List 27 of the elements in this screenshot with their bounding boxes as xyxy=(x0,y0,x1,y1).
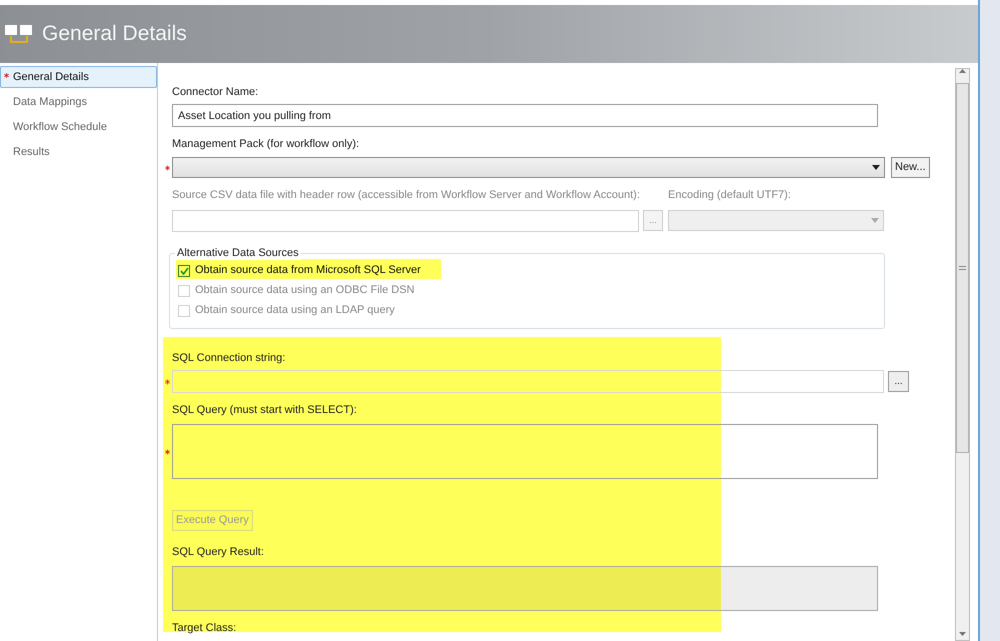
dropdown-arrow-icon xyxy=(871,218,879,223)
nav-item[interactable]: General Details xyxy=(0,66,157,88)
browse-button[interactable]: ... xyxy=(888,371,909,392)
nav-item[interactable]: Workflow Schedule xyxy=(0,116,157,138)
field-label: SQL Query (must start with SELECT): xyxy=(172,403,358,417)
field-label: Management Pack (for workflow only): xyxy=(172,137,360,151)
scroll-thumb[interactable] xyxy=(956,83,969,453)
checkbox-label[interactable]: Obtain source data from Microsoft SQL Server xyxy=(195,262,421,279)
text-field[interactable] xyxy=(172,370,884,393)
nav-item[interactable]: Results xyxy=(0,141,157,163)
field-label: Connector Name: xyxy=(172,85,260,99)
nav-item[interactable]: Data Mappings xyxy=(0,91,157,113)
query-textarea[interactable] xyxy=(172,424,878,479)
page-title: General Details xyxy=(42,21,187,48)
scroll-down-icon[interactable] xyxy=(959,632,966,636)
checkbox[interactable] xyxy=(178,264,190,276)
field-label: Encoding (default UTF7): xyxy=(668,188,792,202)
group-title: Alternative Data Sources xyxy=(175,247,301,260)
field-label: Target Class: xyxy=(172,621,238,635)
text-field[interactable]: Asset Location you pulling from xyxy=(172,104,878,127)
new-button[interactable]: New... xyxy=(891,157,930,178)
window-icon xyxy=(4,22,34,46)
dropdown-arrow-icon xyxy=(872,165,880,170)
field-label: Source CSV data file with header row (accessible from Workflow Server and Workflow Account): xyxy=(172,188,641,202)
field-label: SQL Connection string: xyxy=(172,351,286,365)
field-label: SQL Query Result: xyxy=(172,545,265,559)
dropdown[interactable] xyxy=(172,157,885,178)
